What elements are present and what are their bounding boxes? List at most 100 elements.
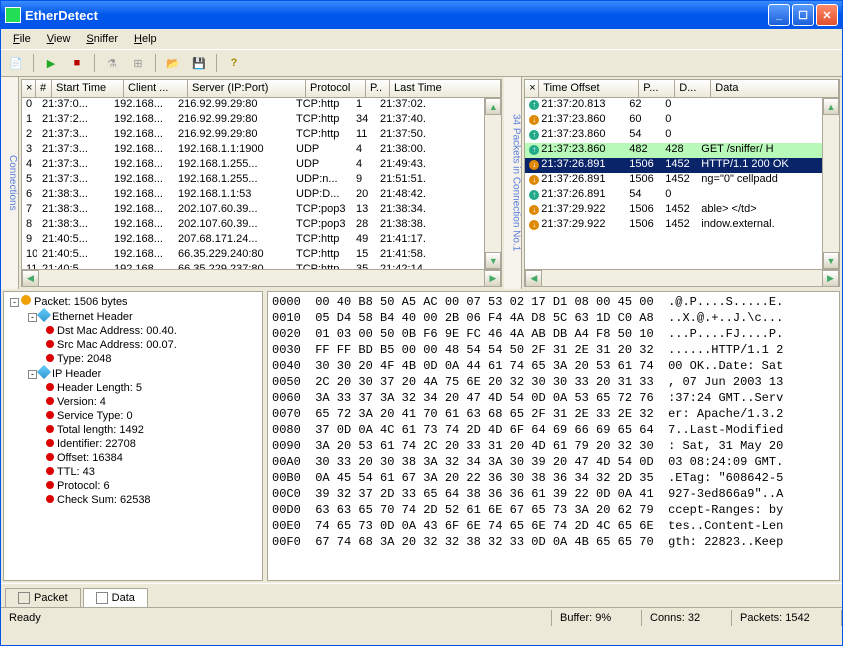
arrow-up-icon: ↑ (529, 145, 539, 155)
status-bar: Ready Buffer: 9% Conns: 32 Packets: 1542 (1, 607, 842, 627)
table-row[interactable]: 1021:40:5...192.168...66.35.229.240:80TC… (22, 248, 484, 263)
field-icon (46, 425, 54, 433)
table-row[interactable]: ↓21:37:29.92215061452able> </td> (525, 203, 822, 218)
field-icon (46, 481, 54, 489)
col-timeoffset[interactable]: Time Offset (539, 80, 639, 97)
table-row[interactable]: ↓21:37:23.860600 (525, 113, 822, 128)
scroll-right[interactable]: ▶ (484, 270, 501, 287)
table-row[interactable]: ↑21:37:23.860482428GET /sniffer/ H (525, 143, 822, 158)
tree-field[interactable]: Type: 2048 (42, 352, 260, 366)
open-button[interactable]: 📂 (162, 52, 184, 74)
tab-packet[interactable]: Packet (5, 588, 81, 607)
vscrollbar[interactable]: ▲▼ (484, 98, 501, 269)
vscrollbar[interactable]: ▲▼ (822, 98, 839, 269)
maximize-button[interactable]: ☐ (792, 4, 814, 26)
field-icon (46, 439, 54, 447)
header-icon (37, 365, 51, 379)
packet-tab-icon (18, 592, 30, 604)
table-row[interactable]: ↓21:37:29.92215061452indow.external. (525, 218, 822, 233)
tree-ip-header[interactable]: -IP Header (24, 366, 260, 381)
col-datastr[interactable]: Data (711, 80, 839, 97)
col-lasttime[interactable]: Last Time (390, 80, 501, 97)
app-icon (5, 7, 21, 23)
arrow-up-icon: ↑ (529, 190, 539, 200)
tree-field[interactable]: Header Length: 5 (42, 381, 260, 395)
connection-body[interactable]: ↑21:37:20.813620↓21:37:23.860600↑21:37:2… (525, 98, 822, 269)
table-row[interactable]: ↓21:37:26.89115061452ng="0" cellpadd (525, 173, 822, 188)
data-tab-icon (96, 592, 108, 604)
table-row[interactable]: ↓21:37:26.89115061452HTTP/1.1 200 OK (525, 158, 822, 173)
status-ready: Ready (1, 610, 552, 626)
packet-tree[interactable]: -Packet: 1506 bytes -Ethernet Header Dst… (3, 291, 263, 581)
close-button[interactable]: ✕ (816, 4, 838, 26)
new-button[interactable]: 📄 (5, 52, 27, 74)
tree-field[interactable]: Identifier: 22708 (42, 437, 260, 451)
table-row[interactable]: 321:37:3...192.168...192.168.1.1:1900UDP… (22, 143, 484, 158)
packets-sidebar-label: 34 Packets in Connection No.1 (504, 77, 522, 289)
tree-root[interactable]: -Packet: 1506 bytes (6, 294, 260, 309)
hex-view[interactable]: 0000 00 40 B8 50 A5 AC 00 07 53 02 17 D1… (267, 291, 840, 581)
table-row[interactable]: 521:37:3...192.168...192.168.1.255...UDP… (22, 173, 484, 188)
table-row[interactable]: 221:37:3...192.168...216.92.99.29:80TCP:… (22, 128, 484, 143)
arrow-down-icon: ↓ (529, 220, 539, 230)
col-protocol[interactable]: Protocol (306, 80, 366, 97)
minimize-button[interactable]: _ (768, 4, 790, 26)
panel-close-icon[interactable]: × (22, 80, 36, 97)
tool-button-2[interactable]: ⊞ (127, 52, 149, 74)
tree-field[interactable]: Dst Mac Address: 00.40. (42, 324, 260, 338)
window-title: EtherDetect (25, 8, 768, 23)
tree-field[interactable]: Offset: 16384 (42, 451, 260, 465)
tree-field[interactable]: Version: 4 (42, 395, 260, 409)
table-row[interactable]: 121:37:2...192.168...216.92.99.29:80TCP:… (22, 113, 484, 128)
col-pkt[interactable]: P... (639, 80, 675, 97)
field-icon (46, 453, 54, 461)
table-row[interactable]: 721:38:3...192.168...202.107.60.39...TCP… (22, 203, 484, 218)
field-icon (46, 340, 54, 348)
field-icon (46, 467, 54, 475)
table-row[interactable]: 621:38:3...192.168...192.168.1.1:53UDP:D… (22, 188, 484, 203)
status-conns: Conns: 32 (642, 610, 732, 626)
tab-data[interactable]: Data (83, 588, 148, 607)
help-button[interactable]: ? (223, 52, 245, 74)
table-row[interactable]: 421:37:3...192.168...192.168.1.255...UDP… (22, 158, 484, 173)
col-client[interactable]: Client ... (124, 80, 188, 97)
tree-field[interactable]: Check Sum: 62538 (42, 493, 260, 507)
col-server[interactable]: Server (IP:Port) (188, 80, 306, 97)
col-num[interactable]: # (36, 80, 52, 97)
tree-eth-header[interactable]: -Ethernet Header (24, 309, 260, 324)
menu-sniffer[interactable]: Sniffer (78, 31, 126, 47)
tool-button-1[interactable]: ⚗ (101, 52, 123, 74)
table-row[interactable]: 821:38:3...192.168...202.107.60.39...TCP… (22, 218, 484, 233)
panel-close-icon[interactable]: × (525, 80, 539, 97)
col-starttime[interactable]: Start Time (52, 80, 124, 97)
table-row[interactable]: 921:40:5...192.168...207.68.171.24...TCP… (22, 233, 484, 248)
field-icon (46, 397, 54, 405)
tree-field[interactable]: Service Type: 0 (42, 409, 260, 423)
packets-panel: × # Start Time Client ... Server (IP:Por… (21, 79, 502, 287)
field-icon (46, 495, 54, 503)
tree-field[interactable]: Total length: 1492 (42, 423, 260, 437)
table-row[interactable]: ↑21:37:26.891540 (525, 188, 822, 203)
menu-help[interactable]: Help (126, 31, 165, 47)
field-icon (46, 383, 54, 391)
status-packets: Packets: 1542 (732, 610, 842, 626)
col-p[interactable]: P.. (366, 80, 390, 97)
scroll-left[interactable]: ◀ (22, 270, 39, 287)
field-icon (46, 354, 54, 362)
packets-body[interactable]: 021:37:0...192.168...216.92.99.29:80TCP:… (22, 98, 484, 269)
table-row[interactable]: ↑21:37:23.860540 (525, 128, 822, 143)
tree-field[interactable]: Protocol: 6 (42, 479, 260, 493)
col-data[interactable]: D... (675, 80, 711, 97)
tree-field[interactable]: TTL: 43 (42, 465, 260, 479)
field-icon (46, 411, 54, 419)
collapse-icon[interactable]: - (10, 298, 19, 307)
save-button[interactable]: 💾 (188, 52, 210, 74)
play-button[interactable]: ▶ (40, 52, 62, 74)
menu-file[interactable]: File (5, 31, 39, 47)
tree-field[interactable]: Src Mac Address: 00.07. (42, 338, 260, 352)
table-row[interactable]: 021:37:0...192.168...216.92.99.29:80TCP:… (22, 98, 484, 113)
connections-sidebar-label: Connections (1, 77, 19, 289)
menu-view[interactable]: View (39, 31, 79, 47)
table-row[interactable]: ↑21:37:20.813620 (525, 98, 822, 113)
stop-button[interactable]: ■ (66, 52, 88, 74)
